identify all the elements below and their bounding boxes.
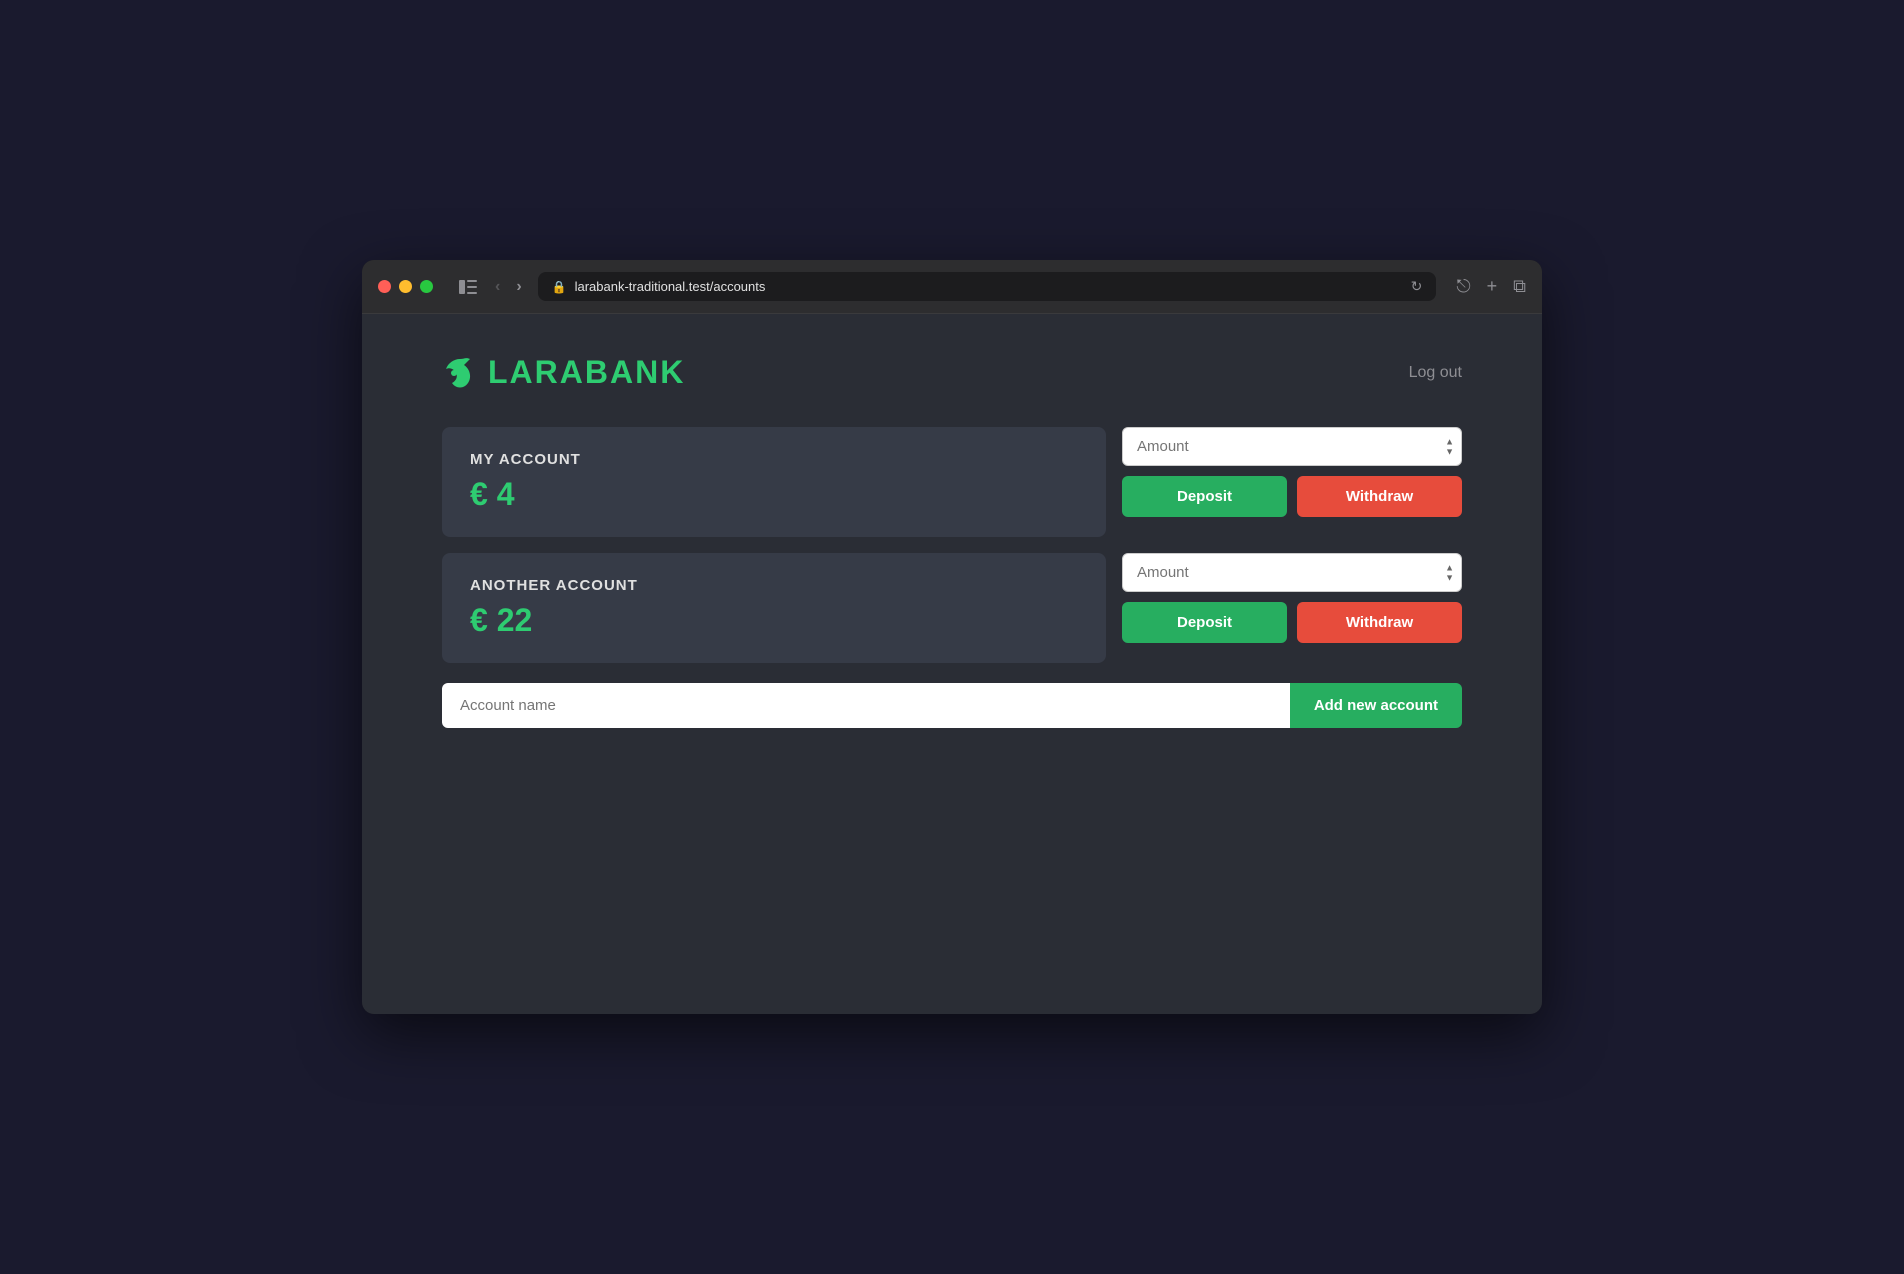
account-name-2: ANOTHER ACCOUNT	[470, 577, 1078, 594]
accounts-container: MY ACCOUNT € 4 ▲ ▼ Deposit Withdraw	[442, 427, 1462, 728]
amount-spinner-2: ▲ ▼	[1445, 563, 1454, 582]
sidebar-toggle-icon[interactable]	[453, 276, 483, 298]
account-actions-1: ▲ ▼ Deposit Withdraw	[1122, 427, 1462, 537]
forward-button[interactable]: ›	[512, 276, 525, 298]
action-buttons-1: Deposit Withdraw	[1122, 476, 1462, 517]
deposit-button-2[interactable]: Deposit	[1122, 602, 1287, 643]
add-account-button[interactable]: Add new account	[1290, 683, 1462, 728]
amount-input-1[interactable]	[1122, 427, 1462, 466]
address-bar[interactable]: 🔒 larabank-traditional.test/accounts ↻	[538, 272, 1437, 301]
new-tab-icon[interactable]: +	[1487, 276, 1498, 297]
account-card-1: MY ACCOUNT € 4	[442, 427, 1106, 537]
app-content: LARABANK Log out MY ACCOUNT € 4 ▲ ▼	[362, 314, 1542, 1014]
account-row-2: ANOTHER ACCOUNT € 22 ▲ ▼ Deposit Withdra…	[442, 553, 1462, 663]
account-row-1: MY ACCOUNT € 4 ▲ ▼ Deposit Withdraw	[442, 427, 1462, 537]
logo: LARABANK	[442, 354, 685, 391]
back-button[interactable]: ‹	[491, 276, 504, 298]
traffic-lights	[378, 280, 433, 293]
account-card-2: ANOTHER ACCOUNT € 22	[442, 553, 1106, 663]
amount-input-wrapper-1: ▲ ▼	[1122, 427, 1462, 466]
amount-input-2[interactable]	[1122, 553, 1462, 592]
reload-button[interactable]: ↻	[1411, 278, 1423, 295]
amount-input-wrapper-2: ▲ ▼	[1122, 553, 1462, 592]
add-account-row: Add new account	[442, 683, 1462, 728]
app-header: LARABANK Log out	[442, 354, 1462, 391]
amount-spinner-1: ▲ ▼	[1445, 437, 1454, 456]
browser-actions: ⎋ + ⧉	[1456, 276, 1526, 297]
account-name-input[interactable]	[442, 683, 1290, 728]
account-balance-1: € 4	[470, 476, 1078, 513]
url-text: larabank-traditional.test/accounts	[575, 279, 766, 294]
action-buttons-2: Deposit Withdraw	[1122, 602, 1462, 643]
logo-text: LARABANK	[488, 354, 685, 391]
logo-icon	[442, 355, 478, 391]
browser-window: ‹ › 🔒 larabank-traditional.test/accounts…	[362, 260, 1542, 1014]
account-balance-2: € 22	[470, 602, 1078, 639]
account-actions-2: ▲ ▼ Deposit Withdraw	[1122, 553, 1462, 663]
withdraw-button-1[interactable]: Withdraw	[1297, 476, 1462, 517]
browser-chrome: ‹ › 🔒 larabank-traditional.test/accounts…	[362, 260, 1542, 314]
account-name-1: MY ACCOUNT	[470, 451, 1078, 468]
tabs-icon[interactable]: ⧉	[1513, 276, 1526, 297]
withdraw-button-2[interactable]: Withdraw	[1297, 602, 1462, 643]
maximize-button[interactable]	[420, 280, 433, 293]
deposit-button-1[interactable]: Deposit	[1122, 476, 1287, 517]
minimize-button[interactable]	[399, 280, 412, 293]
close-button[interactable]	[378, 280, 391, 293]
browser-controls: ‹ ›	[453, 276, 526, 298]
logout-button[interactable]: Log out	[1409, 364, 1462, 382]
share-icon[interactable]: ⎋	[1456, 276, 1470, 297]
lock-icon: 🔒	[552, 280, 567, 294]
